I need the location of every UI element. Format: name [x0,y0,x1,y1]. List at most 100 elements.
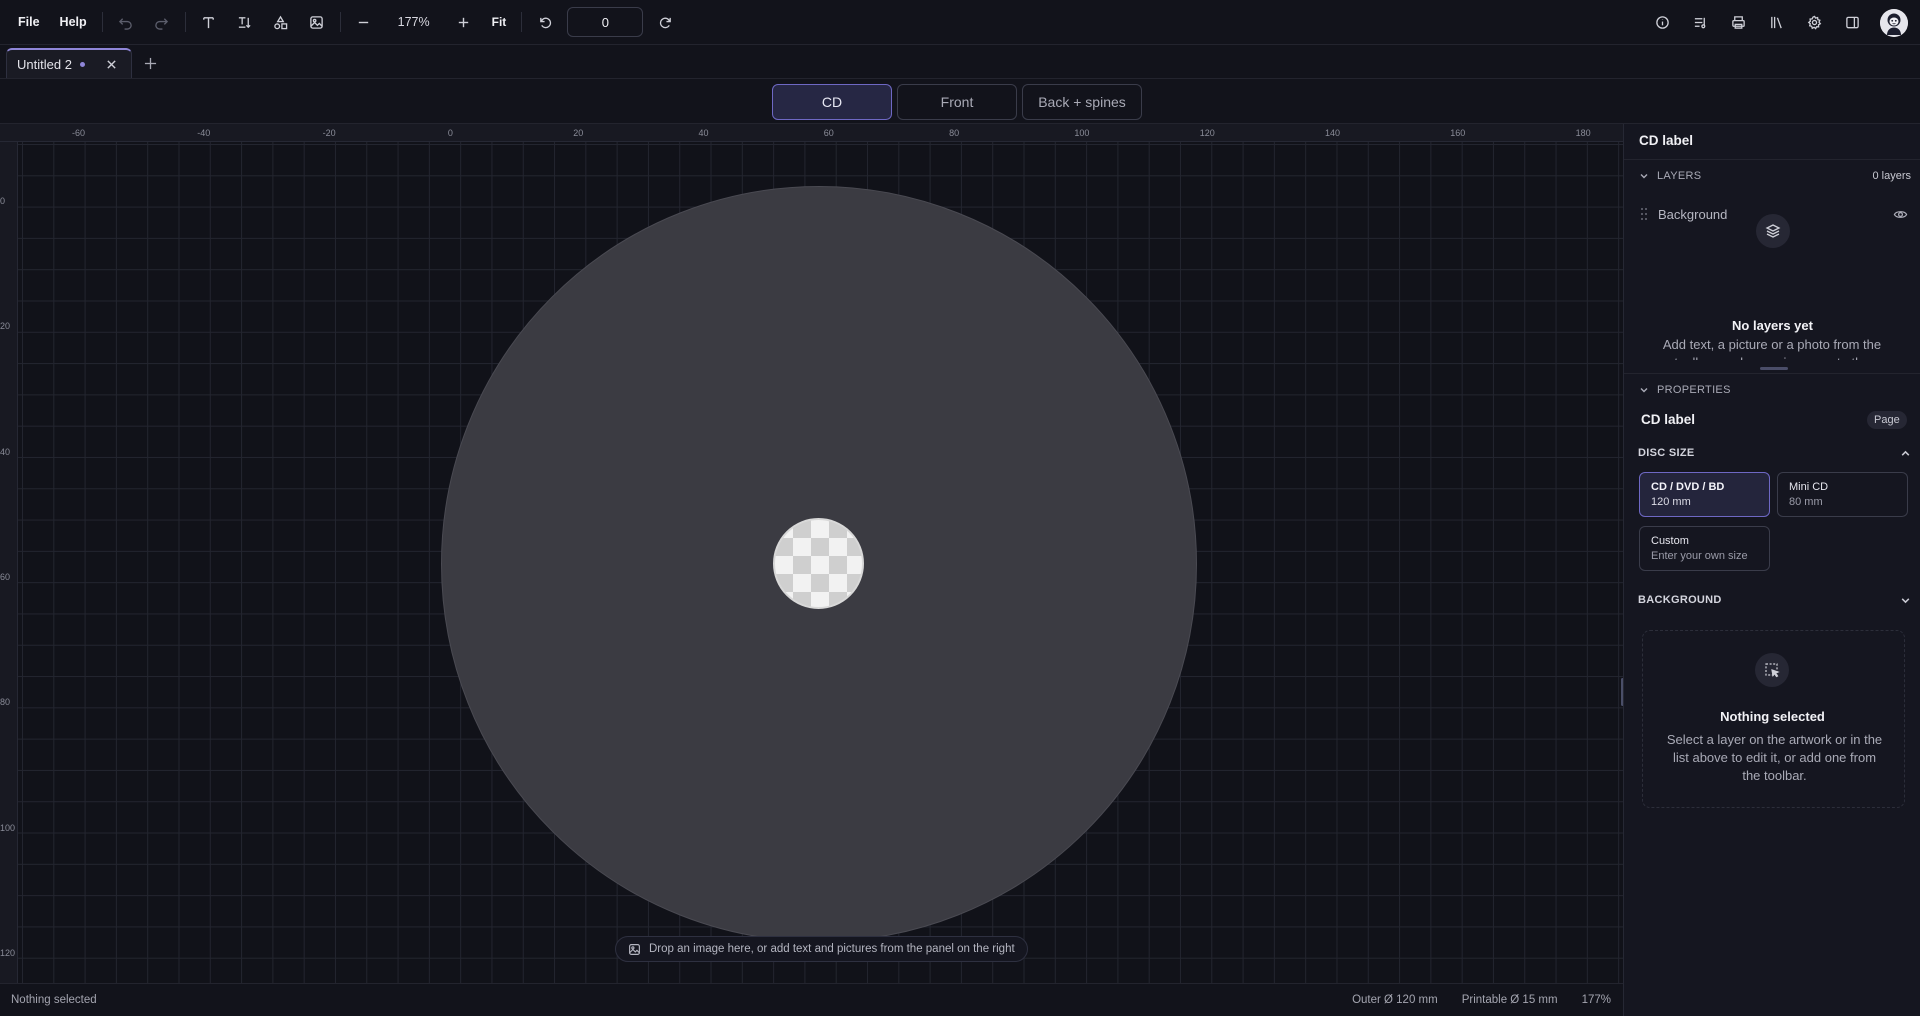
disc-size-option-sub: 80 mm [1789,496,1823,508]
image-icon [310,15,323,29]
zoom-in-icon [458,17,469,27]
ruler-tick-label: 100 [0,822,16,833]
background-group-header[interactable]: BACKGROUND [1638,590,1911,610]
view-tab-front[interactable]: Front [897,84,1017,120]
close-tab-button[interactable] [103,55,121,73]
nothing-selected-text: Select a layer on the artwork or in the … [1666,732,1883,783]
status-right-group: Outer Ø 120 mm Printable Ø 15 mm 177% [1352,994,1623,1006]
layers-section-header[interactable]: LAYERS 0 layers [1624,159,1920,191]
info-button[interactable] [1644,8,1680,38]
add-text-button[interactable] [191,7,227,37]
layers-section-label: LAYERS [1657,169,1702,182]
toolbar-divider [521,12,523,32]
ruler-tick-label: 60 [0,571,11,582]
outer-diameter-status: Outer Ø 120 mm [1352,994,1438,1006]
add-image-button[interactable] [299,7,335,37]
ruler-tick-label: 180 [1575,128,1591,138]
image-icon [629,943,640,955]
cd-center-hole [773,518,864,609]
rotate-right-button[interactable] [647,7,683,37]
shapes-icon [274,15,288,29]
printable-diameter-status: Printable Ø 15 mm [1461,994,1558,1006]
view-tab-cd[interactable]: CD [772,84,892,120]
drop-hint: Drop an image here, or add text and pict… [615,936,1028,962]
avatar-icon [1880,8,1908,37]
toolbar-divider [339,12,341,32]
disc-size-option-name: Mini CD [1789,481,1829,493]
print-button[interactable] [1720,8,1756,38]
panel-toggle-icon [1845,16,1859,29]
view-tab-back-spines[interactable]: Back + spines [1022,84,1142,120]
zoom-status: 177% [1581,994,1611,1006]
document-tab[interactable]: Untitled 2 [6,48,132,78]
disc-size-option-mini-cd[interactable]: Mini CD 80 mm [1777,472,1908,517]
print-icon [1731,16,1745,29]
view-switcher-bar: CD Front Back + spines [0,79,1920,124]
zoom-out-button[interactable] [346,7,382,37]
layers-count: 0 layers [1872,169,1911,182]
ruler-tick-label: 100 [1074,128,1090,138]
selection-empty-icon [1755,653,1789,687]
ruler-tick-label: 40 [698,128,709,138]
vertical-ruler: 0 20 40 60 80 100 120 [0,142,18,983]
ruler-tick-label: 120 [1199,128,1215,138]
user-avatar[interactable] [1880,8,1908,37]
redo-icon [155,17,169,30]
chevron-up-icon [1901,450,1910,456]
selection-status: Nothing selected [11,994,97,1006]
library-icon [1770,16,1782,29]
ruler-tick-label: -60 [72,128,86,138]
add-curved-text-button[interactable] [227,7,263,37]
rotate-left-button[interactable] [527,7,563,37]
ruler-tick-label: 40 [0,446,11,457]
document-tab-label: Untitled 2 [17,56,72,72]
disc-size-label: DISC SIZE [1638,447,1695,459]
horizontal-ruler: -60 -40 -20 0 20 40 60 80 100 120 140 160 180 [0,124,1623,142]
toolbar-divider [101,12,103,32]
properties-title: CD label [1641,412,1696,427]
plus-icon [145,57,157,69]
panel-toggle-button[interactable] [1834,8,1870,38]
ruler-tick-label: 0 [0,196,6,206]
chevron-down-icon [1640,387,1648,392]
undo-button[interactable] [108,7,144,37]
disc-size-option-name: CD / DVD / BD [1651,481,1725,493]
library-button[interactable] [1758,8,1794,38]
status-bar: Nothing selected Outer Ø 120 mm Printabl… [0,983,1623,1016]
disc-size-option-custom[interactable]: Custom Enter your own size [1639,526,1770,571]
chevron-down-icon [1901,597,1910,603]
layers-empty-clip: Add text, a picture or a photo from the … [1624,334,1920,360]
help-menu-button[interactable]: Help [50,7,97,37]
new-tab-button[interactable] [138,50,164,76]
background-label: BACKGROUND [1638,594,1722,606]
ruler-tick-label: 20 [573,128,584,138]
tracklist-button[interactable] [1682,8,1718,38]
add-shape-button[interactable] [263,7,299,37]
document-tab-bar: Untitled 2 [0,45,1920,79]
disc-size-option-sub: 120 mm [1651,496,1691,508]
disc-size-option-cd[interactable]: CD / DVD / BD 120 mm [1639,472,1770,517]
layer-visibility-toggle[interactable] [1893,207,1908,222]
main-toolbar: File Help 177% Fit [0,0,1920,45]
page-badge: Page [1867,411,1907,429]
ruler-tick-label: 160 [1450,128,1466,138]
zoom-out-icon [358,21,369,23]
disc-size-group-header[interactable]: DISC SIZE [1638,443,1911,463]
zoom-fit-button[interactable]: Fit [482,7,517,37]
ruler-tick-label: 0 [447,128,453,138]
layer-name: Background [1658,206,1728,222]
rotation-input[interactable] [567,7,644,37]
redo-button[interactable] [144,7,180,37]
zoom-in-button[interactable] [446,7,482,37]
rotate-left-icon [539,17,551,28]
layers-empty-title: No layers yet [1732,318,1813,333]
ruler-tick-label: 80 [949,128,960,138]
design-canvas[interactable]: -60 -40 -20 0 20 40 60 80 100 120 140 160 180 0 20 40 6… [0,124,1623,983]
layers-resize-handle[interactable] [1760,367,1788,370]
file-menu-button[interactable]: File [8,7,50,37]
ruler-tick-label: 140 [1325,128,1341,138]
settings-button[interactable] [1796,8,1832,38]
layers-icon [1765,224,1781,238]
properties-section-header[interactable]: PROPERTIES [1624,373,1920,405]
toolbar-divider [184,12,186,32]
